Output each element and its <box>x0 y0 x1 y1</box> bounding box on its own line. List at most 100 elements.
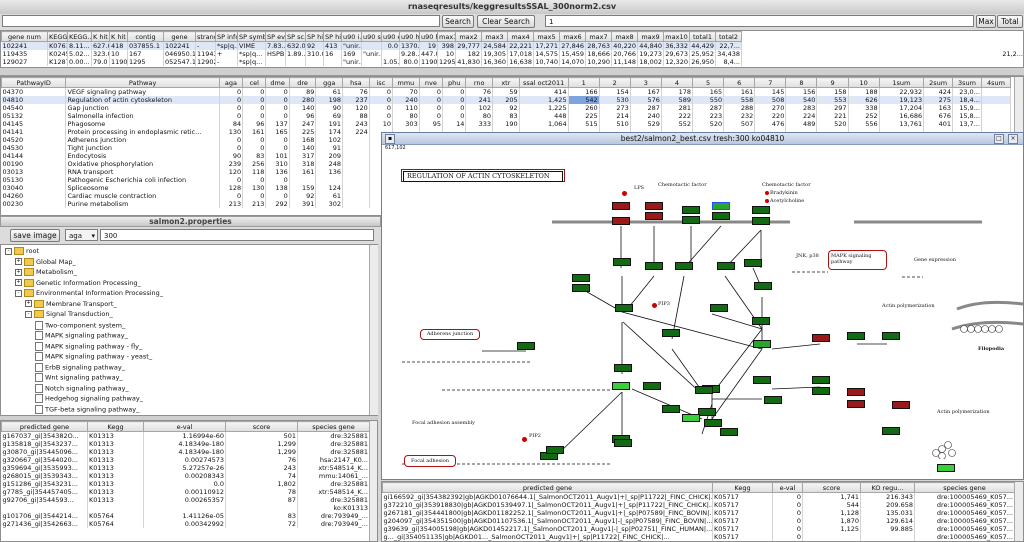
gene-node-40[interactable] <box>764 396 782 404</box>
column-header[interactable]: 10 <box>847 77 880 88</box>
tree-leaf[interactable]: Hedgehog signaling pathway_ <box>35 394 143 403</box>
column-header[interactable]: ssal oct2011 <box>518 77 569 88</box>
column-header[interactable]: SP eval <box>265 31 286 42</box>
table-row[interactable]: 04810 Regulation of actin cytoskeleton 0 0 0… <box>1 96 1012 104</box>
species-select[interactable]: aga ▾ <box>65 229 98 241</box>
table-row[interactable]: g..._gi|354051135|gb|AGKD01..._SalmonOCT… <box>382 533 1015 541</box>
tree-folder[interactable]: + Membrane Transport_ <box>25 299 117 308</box>
column-header[interactable]: gene <box>163 31 196 42</box>
column-header[interactable]: 4sum <box>980 77 1012 88</box>
column-header[interactable]: species gene <box>297 421 370 432</box>
tree-leaf[interactable]: Notch signaling pathway_ <box>35 383 129 393</box>
table-row[interactable]: g92706_gi|3544593... K01313 0.00265357 87 dr… <box>1 496 370 504</box>
gene-node-25[interactable] <box>643 382 661 390</box>
table-row[interactable]: g167037_gi|354382O... K01313 1.16994e-60 50… <box>1 431 370 440</box>
column-header[interactable]: dme <box>265 77 290 88</box>
column-header[interactable]: phu <box>442 77 467 88</box>
column-header[interactable]: SP symbol <box>237 31 266 42</box>
column-header[interactable]: K hit e <box>109 31 128 42</box>
column-header[interactable]: Pathway <box>65 77 220 88</box>
gene-node-20[interactable] <box>710 304 728 312</box>
expand-icon[interactable]: + <box>25 300 32 307</box>
search-input[interactable] <box>2 15 440 27</box>
column-header[interactable]: gene num <box>1 31 48 42</box>
column-header[interactable]: hsa <box>342 77 370 88</box>
tree-leaf[interactable]: ErbB signaling pathway_ <box>35 362 125 372</box>
collapse-icon[interactable]: - <box>15 289 22 297</box>
gene-node-36[interactable] <box>812 387 830 395</box>
gene-node-32[interactable] <box>753 376 771 384</box>
tree-folder[interactable]: + Global Map_ <box>15 257 76 266</box>
column-header[interactable]: KEGG... <box>67 31 92 42</box>
gene-node-46[interactable] <box>882 427 900 435</box>
gene-node-47[interactable] <box>937 464 955 472</box>
column-header[interactable]: gga <box>315 77 344 88</box>
column-header[interactable]: u90 i... <box>341 31 362 42</box>
tree-leaf[interactable]: MAPK signaling pathway_ <box>35 331 128 340</box>
column-header[interactable]: u90 e <box>381 31 400 42</box>
gene-node-38[interactable] <box>698 408 716 416</box>
gene-node-21[interactable] <box>752 317 770 325</box>
gene-node-16[interactable] <box>754 282 772 290</box>
collapse-icon[interactable]: - <box>25 310 32 318</box>
column-header[interactable]: 1 <box>567 77 600 88</box>
column-header[interactable]: max5 <box>533 31 560 42</box>
focal-adhesion-link[interactable]: Focal adhesion <box>404 455 456 467</box>
gene-node-28[interactable] <box>812 334 830 342</box>
column-header[interactable]: 3 <box>629 77 662 88</box>
save-image-button[interactable]: save image <box>10 229 60 242</box>
gene-node-39[interactable] <box>704 419 722 427</box>
gene-node-43[interactable] <box>546 446 564 454</box>
column-header[interactable]: SP info <box>215 31 238 42</box>
column-header[interactable]: SP sc... <box>285 31 306 42</box>
expand-icon[interactable]: + <box>15 268 22 276</box>
column-header[interactable]: 2 <box>598 77 631 88</box>
tree-scrollbar[interactable] <box>369 245 378 415</box>
total-button[interactable]: Total <box>997 15 1023 28</box>
gene-node-37[interactable] <box>892 401 910 409</box>
gene-node-50[interactable] <box>662 405 680 413</box>
gene-node-15[interactable] <box>744 259 762 267</box>
gene-node-3[interactable] <box>645 212 663 220</box>
gene-node-6[interactable] <box>612 217 630 225</box>
tree-folder[interactable]: + Metabolism_ <box>15 268 77 276</box>
column-header[interactable]: 4 <box>660 77 694 88</box>
table-row[interactable]: g135818_gi|3543237... K01313 4.18349e-180 1… <box>1 440 370 448</box>
column-header[interactable]: KO regu... <box>860 482 915 493</box>
tree-folder[interactable]: - root <box>5 247 39 255</box>
gene-node-2[interactable] <box>645 202 663 210</box>
gene-node-49[interactable] <box>682 414 700 422</box>
table-row[interactable]: g372210_gi|353918830|gb|AGKD01539497.1|_… <box>382 501 1015 509</box>
column-header[interactable]: strand <box>195 31 216 42</box>
column-header[interactable]: max7 <box>585 31 612 42</box>
column-header[interactable]: u90 h... <box>419 31 438 42</box>
column-header[interactable]: K hit s <box>91 31 110 42</box>
table-row[interactable]: g320667_gi|3544020... K01313 0.00274573 76 h… <box>1 456 370 464</box>
gene-node-48[interactable] <box>517 342 535 350</box>
gene-node-29[interactable] <box>847 332 865 340</box>
tree-leaf[interactable]: MAPK signaling pathway - fly_ <box>35 341 142 351</box>
column-header[interactable]: max9 <box>637 31 664 42</box>
column-header[interactable]: e-val <box>772 482 803 493</box>
column-header[interactable]: aga <box>218 77 244 88</box>
column-header[interactable]: PathwayID <box>1 77 67 88</box>
table-row[interactable]: 102241K076108.11...627.0418037855.110224… <box>1 41 1023 50</box>
tree-leaf[interactable]: TGF-beta signaling pathway_ <box>35 404 139 414</box>
gene-node-24[interactable] <box>612 382 630 390</box>
column-header[interactable]: contig <box>127 31 164 42</box>
table-row[interactable]: g359694_gi|3535993... K01313 5.27257e-26 24… <box>1 464 370 472</box>
gene-node-5[interactable] <box>712 212 730 220</box>
column-header[interactable]: total2 <box>715 31 742 42</box>
column-header[interactable]: predicted gene <box>382 482 713 493</box>
gene-node-7[interactable] <box>682 206 700 214</box>
column-header[interactable]: 6 <box>723 77 756 88</box>
column-header[interactable]: max1 <box>437 31 456 42</box>
column-header[interactable]: isc <box>368 77 394 88</box>
tree-leaf[interactable]: Wnt signaling pathway_ <box>35 373 123 382</box>
number-input[interactable]: 1 <box>545 15 974 27</box>
table-row[interactable]: g267181_gi|354441800|gb|AGKD01182252.1|_… <box>382 509 1015 517</box>
column-header[interactable]: Kegg <box>87 421 144 432</box>
table-row[interactable]: g30870_gi|35445096... K01313 4.18349e-180 1… <box>1 448 370 456</box>
column-header[interactable]: cel <box>242 77 267 88</box>
table-row[interactable]: 119435K024555.02...323.010167046950.1119… <box>1 50 1023 58</box>
